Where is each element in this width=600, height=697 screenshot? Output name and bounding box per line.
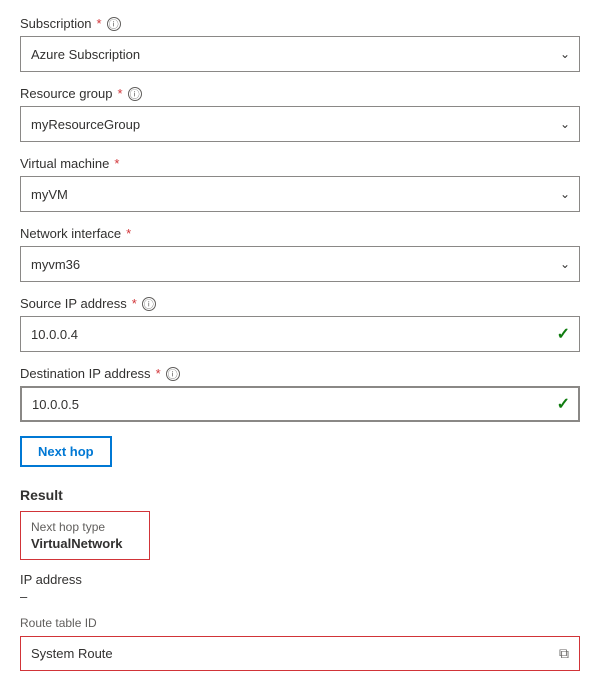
next-hop-type-value: VirtualNetwork [31, 536, 139, 551]
network-interface-select[interactable]: myvm36 [20, 246, 580, 282]
resource-group-dropdown-wrapper: myResourceGroup ⌄ [20, 106, 580, 142]
ip-address-value: – [20, 589, 580, 604]
destination-ip-valid-icon: ✓ [557, 394, 570, 414]
virtual-machine-label: Virtual machine * [20, 156, 580, 171]
destination-ip-label: Destination IP address * ⓘ [20, 366, 580, 381]
destination-ip-input-wrapper: ✓ [20, 386, 580, 422]
source-ip-required-star: * [132, 296, 137, 311]
resource-group-label: Resource group * ⓘ [20, 86, 580, 101]
network-interface-label: Network interface * [20, 226, 580, 241]
subscription-label-text: Subscription [20, 16, 92, 31]
source-ip-valid-icon: ✓ [557, 324, 570, 344]
destination-ip-required-star: * [156, 366, 161, 381]
route-table-value: System Route [31, 646, 113, 661]
source-ip-label: Source IP address * ⓘ [20, 296, 580, 311]
virtual-machine-dropdown-wrapper: myVM ⌄ [20, 176, 580, 212]
virtual-machine-label-text: Virtual machine [20, 156, 109, 171]
source-ip-info-icon[interactable]: ⓘ [142, 297, 156, 311]
next-hop-button[interactable]: Next hop [20, 436, 112, 467]
source-ip-input[interactable] [20, 316, 580, 352]
network-interface-dropdown-wrapper: myvm36 ⌄ [20, 246, 580, 282]
network-interface-field: Network interface * myvm36 ⌄ [20, 226, 580, 282]
source-ip-label-text: Source IP address [20, 296, 127, 311]
ip-address-label: IP address [20, 572, 580, 587]
subscription-label: Subscription * ⓘ [20, 16, 580, 31]
route-table-box: System Route ⧉ [20, 636, 580, 671]
destination-ip-field: Destination IP address * ⓘ ✓ [20, 366, 580, 422]
source-ip-input-wrapper: ✓ [20, 316, 580, 352]
resource-group-field: Resource group * ⓘ myResourceGroup ⌄ [20, 86, 580, 142]
resource-group-label-text: Resource group [20, 86, 113, 101]
subscription-info-icon[interactable]: ⓘ [107, 17, 121, 31]
destination-ip-info-icon[interactable]: ⓘ [166, 367, 180, 381]
virtual-machine-required-star: * [114, 156, 119, 171]
subscription-required-star: * [97, 16, 102, 31]
ip-address-section: IP address – [20, 572, 580, 604]
resource-group-info-icon[interactable]: ⓘ [128, 87, 142, 101]
destination-ip-input[interactable] [20, 386, 580, 422]
copy-icon[interactable]: ⧉ [559, 645, 569, 662]
next-hop-type-box: Next hop type VirtualNetwork [20, 511, 150, 560]
virtual-machine-field: Virtual machine * myVM ⌄ [20, 156, 580, 212]
result-section: Result Next hop type VirtualNetwork IP a… [20, 487, 580, 671]
source-ip-field: Source IP address * ⓘ ✓ [20, 296, 580, 352]
destination-ip-label-text: Destination IP address [20, 366, 151, 381]
subscription-dropdown-wrapper: Azure Subscription ⌄ [20, 36, 580, 72]
subscription-select[interactable]: Azure Subscription [20, 36, 580, 72]
route-table-container: Route table ID System Route ⧉ [20, 616, 580, 671]
result-title: Result [20, 487, 580, 503]
subscription-field: Subscription * ⓘ Azure Subscription ⌄ [20, 16, 580, 72]
resource-group-select[interactable]: myResourceGroup [20, 106, 580, 142]
next-hop-type-label: Next hop type [31, 520, 139, 534]
route-table-label: Route table ID [20, 616, 580, 630]
network-interface-label-text: Network interface [20, 226, 121, 241]
network-interface-required-star: * [126, 226, 131, 241]
resource-group-required-star: * [118, 86, 123, 101]
virtual-machine-select[interactable]: myVM [20, 176, 580, 212]
